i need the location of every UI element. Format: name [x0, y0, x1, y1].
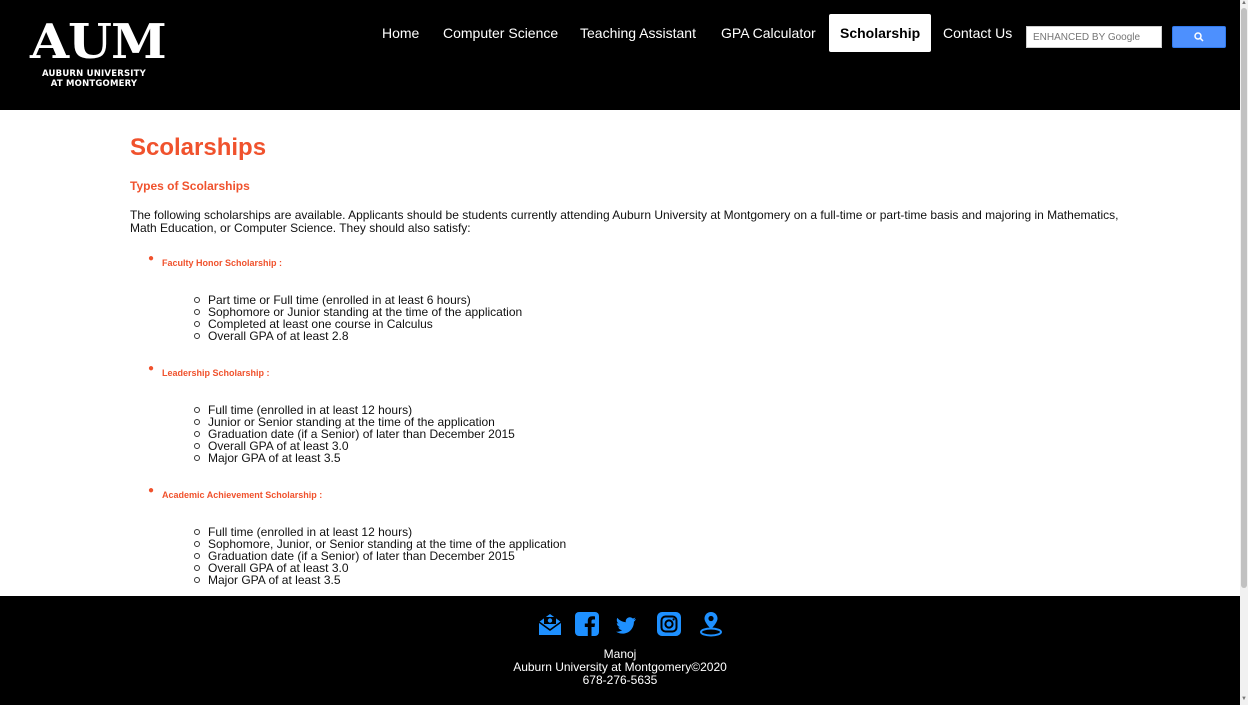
circle-bullet: [194, 309, 200, 315]
scroll-up-arrow-icon[interactable]: ▲: [1241, 0, 1247, 6]
circle-bullet: [194, 443, 200, 449]
social-links: [0, 610, 1240, 638]
circle-bullet: [194, 419, 200, 425]
page-scrollbar[interactable]: ▲ ▼: [1240, 0, 1248, 705]
nav-home[interactable]: Home: [382, 14, 419, 52]
scholarship-item: ● Faculty Honor Scholarship : Part time …: [130, 253, 1130, 342]
page-title: Scolarships: [130, 134, 267, 161]
circle-bullet: [194, 565, 200, 571]
logo-mark: AUM: [30, 14, 167, 70]
scholarship-name: Faculty Honor Scholarship :: [162, 258, 283, 268]
circle-bullet: [194, 577, 200, 583]
location-icon[interactable]: [697, 610, 725, 638]
circle-bullet: [194, 455, 200, 461]
search-box: [1026, 26, 1162, 48]
circle-bullet: [194, 321, 200, 327]
circle-bullet: [194, 529, 200, 535]
nav-scholarship[interactable]: Scholarship: [829, 14, 932, 52]
bullet-dot: ●: [148, 363, 155, 374]
criteria-item: Overall GPA of at least 2.8: [162, 330, 1130, 342]
criteria-list: Full time (enrolled in at least 12 hours…: [162, 526, 1130, 586]
circle-bullet: [194, 431, 200, 437]
nav-computer-science[interactable]: Computer Science: [443, 14, 558, 52]
main-content: Scolarships Types of Scolarships The fol…: [130, 110, 1130, 596]
logo-line-1: AUBURN UNIVERSITY: [42, 69, 146, 79]
scroll-down-arrow-icon[interactable]: ▼: [1241, 696, 1247, 702]
nav-gpa-calculator[interactable]: GPA Calculator: [721, 14, 816, 52]
footer-phone: 678-276-5635: [582, 673, 658, 687]
nav-teaching-assistant[interactable]: Teaching Assistant: [580, 14, 696, 52]
criteria-list: Part time or Full time (enrolled in at l…: [162, 294, 1130, 342]
site-footer: Manoj Auburn University at Montgomery©20…: [0, 596, 1240, 705]
aum-logo[interactable]: AUM AUBURN UNIVERSITY AT MONTGOMERY: [30, 18, 167, 89]
criteria-item: Major GPA of at least 3.5: [162, 574, 1130, 586]
criteria-item: Major GPA of at least 3.5: [162, 452, 1130, 464]
circle-bullet: [194, 407, 200, 413]
bullet-dot: ●: [148, 485, 155, 496]
instagram-icon[interactable]: [655, 610, 683, 638]
search-button[interactable]: [1172, 26, 1226, 48]
bullet-dot: ●: [148, 253, 155, 264]
circle-bullet: [194, 553, 200, 559]
scholarship-item: ● Academic Achievement Scholarship : Ful…: [130, 485, 1130, 586]
scholarship-name: Academic Achievement Scholarship :: [162, 490, 323, 500]
circle-bullet: [194, 333, 200, 339]
email-icon[interactable]: [536, 610, 564, 638]
criteria-text: Major GPA of at least 3.5: [208, 451, 341, 465]
criteria-text: Major GPA of at least 3.5: [208, 573, 341, 587]
twitter-icon[interactable]: [612, 610, 640, 638]
footer-text: Manoj Auburn University at Montgomery©20…: [0, 648, 1240, 687]
scholarship-name: Leadership Scholarship :: [162, 368, 270, 378]
search-icon: [1194, 32, 1204, 42]
criteria-text: Overall GPA of at least 2.8: [208, 329, 349, 343]
site-header: AUM AUBURN UNIVERSITY AT MONTGOMERY Home…: [0, 0, 1240, 110]
scrollbar-thumb[interactable]: [1241, 8, 1247, 588]
logo-line-2: AT MONTGOMERY: [50, 79, 138, 89]
facebook-icon[interactable]: [573, 610, 601, 638]
search-input[interactable]: [1027, 27, 1161, 48]
scholarship-item: ● Leadership Scholarship : Full time (en…: [130, 363, 1130, 464]
criteria-list: Full time (enrolled in at least 12 hours…: [162, 404, 1130, 464]
intro-text: The following scholarships are available…: [130, 208, 1119, 235]
section-title: Types of Scolarships: [130, 179, 250, 193]
scholarship-list: ● Faculty Honor Scholarship : Part time …: [130, 253, 1130, 586]
circle-bullet: [194, 541, 200, 547]
circle-bullet: [194, 297, 200, 303]
logo-subtitle: AUBURN UNIVERSITY AT MONTGOMERY: [30, 69, 158, 89]
nav-contact-us[interactable]: Contact Us: [943, 14, 1012, 52]
